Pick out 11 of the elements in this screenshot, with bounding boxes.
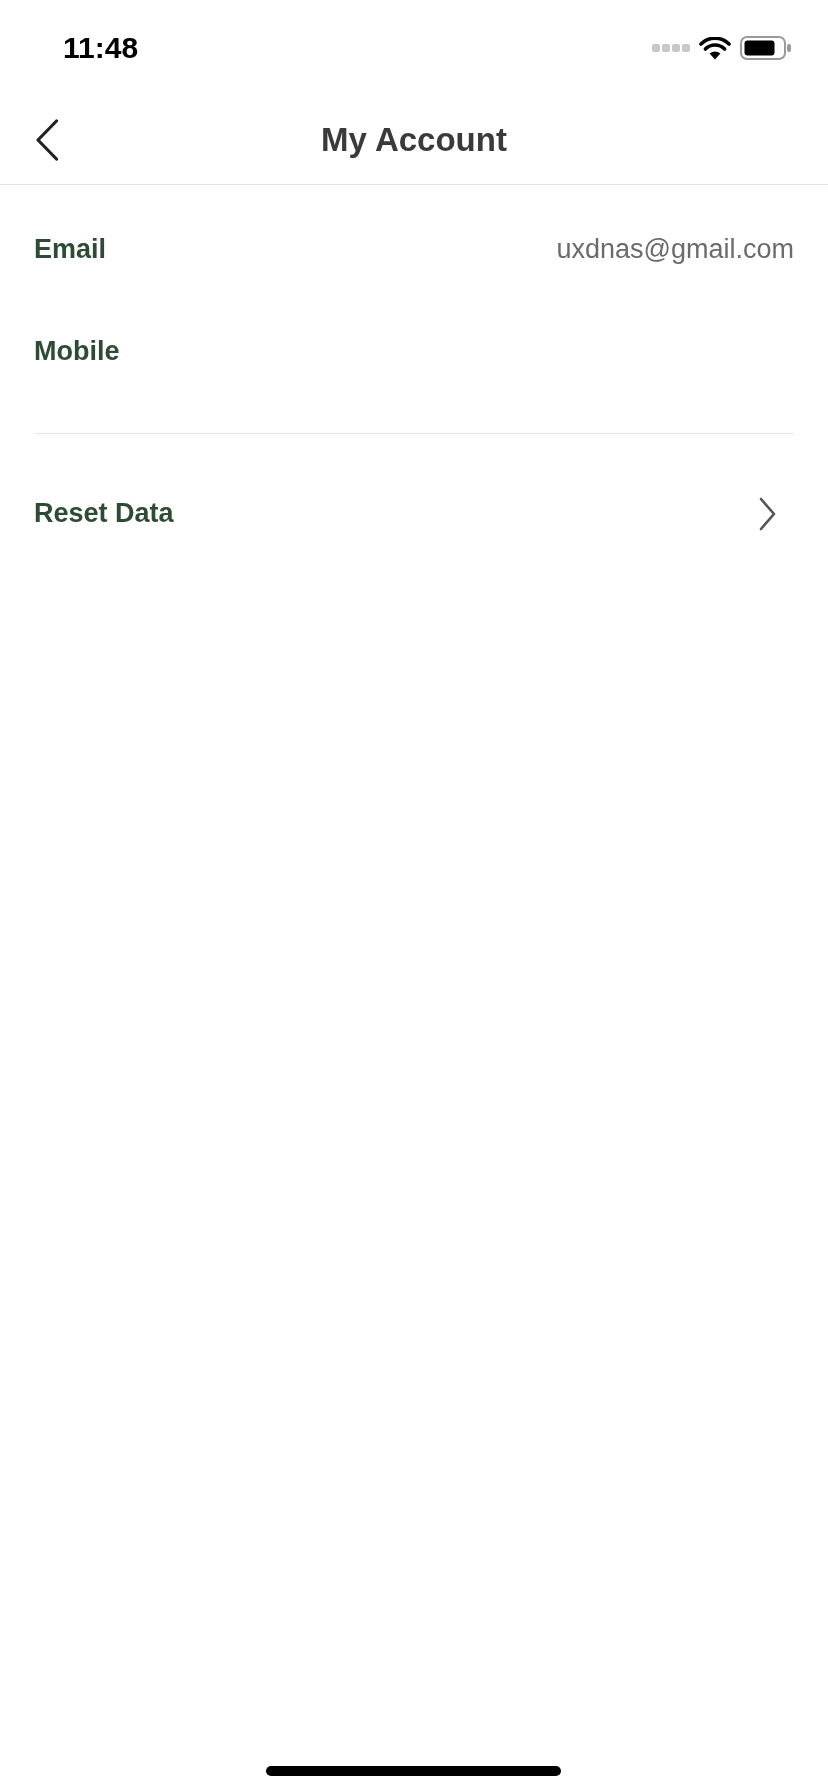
page-title: My Account: [321, 121, 507, 159]
chevron-right-icon: [759, 496, 776, 531]
field-value: uxdnas@gmail.com: [556, 233, 794, 265]
field-label: Email: [34, 233, 107, 265]
battery-icon: [740, 36, 791, 60]
status-time: 11:48: [63, 31, 139, 65]
back-icon[interactable]: [35, 119, 59, 161]
signal-icon: [652, 44, 690, 52]
wifi-icon: [699, 36, 731, 60]
field-label: Mobile: [34, 335, 120, 367]
menu-item[interactable]: Reset Data: [34, 433, 794, 593]
